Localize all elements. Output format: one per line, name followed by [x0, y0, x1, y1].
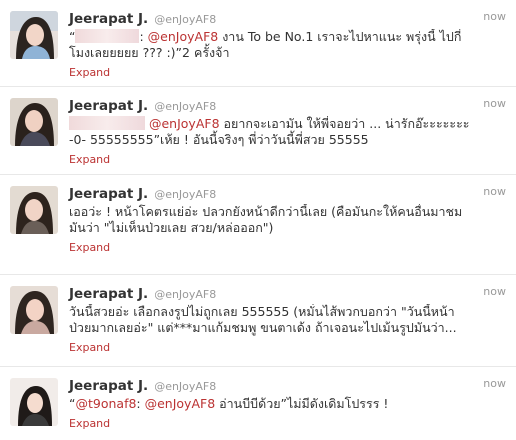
expand-link[interactable]: Expand: [69, 241, 110, 254]
tweet-item[interactable]: Jeerapat J. @enJoyAF8 “@t9onaf8: @enJoyAF…: [0, 367, 516, 440]
avatar[interactable]: [10, 98, 58, 146]
tweet-timestamp[interactable]: now: [483, 185, 506, 198]
user-name[interactable]: Jeerapat J.: [69, 286, 148, 302]
tweet-content: Jeerapat J. @enJoyAF8 @enJoyAF8 อยากจะเอา…: [69, 96, 499, 167]
tweet-item[interactable]: Jeerapat J. @enJoyAF8 “: @enJoyAF8 งาน To…: [0, 0, 516, 87]
user-handle[interactable]: @enJoyAF8: [154, 288, 216, 301]
tweet-text: เออว่ะ ! หน้าโคตรแย่อ่ะ ปลวกยังหน้าดีกว่…: [69, 204, 463, 235]
expand-link[interactable]: Expand: [69, 66, 110, 79]
tweet-feed: Jeerapat J. @enJoyAF8 “: @enJoyAF8 งาน To…: [0, 0, 516, 440]
tweet-timestamp[interactable]: now: [483, 285, 506, 298]
tweet-text: @enJoyAF8 อยากจะเอามัน ให้พี่จอยว่า ... …: [69, 116, 470, 147]
redacted-block: [75, 29, 140, 43]
tweet-content: Jeerapat J. @enJoyAF8 วันนี้สวยอ่ะ เลือกล…: [69, 284, 499, 355]
tweet-content: Jeerapat J. @enJoyAF8 เออว่ะ ! หน้าโคตรแย…: [69, 184, 499, 255]
tweet-item[interactable]: Jeerapat J. @enJoyAF8 วันนี้สวยอ่ะ เลือกล…: [0, 275, 516, 367]
tweet-content: Jeerapat J. @enJoyAF8 “: @enJoyAF8 งาน To…: [69, 9, 499, 80]
tweet-timestamp[interactable]: now: [483, 377, 506, 390]
mention-link[interactable]: @enJoyAF8: [145, 396, 216, 411]
expand-link[interactable]: Expand: [69, 341, 110, 354]
user-handle[interactable]: @enJoyAF8: [154, 100, 216, 113]
user-name[interactable]: Jeerapat J.: [69, 378, 148, 394]
tweet-timestamp[interactable]: now: [483, 97, 506, 110]
tweet-item[interactable]: Jeerapat J. @enJoyAF8 เออว่ะ ! หน้าโคตรแย…: [0, 175, 516, 275]
mention-link[interactable]: @enJoyAF8: [148, 29, 219, 44]
avatar[interactable]: [10, 378, 58, 426]
user-name[interactable]: Jeerapat J.: [69, 186, 148, 202]
mention-link[interactable]: @t9onaf8: [75, 396, 136, 411]
tweet-text: วันนี้สวยอ่ะ เลือกลงรูปไม่ถูกเลย 555555 …: [69, 304, 457, 335]
tweet-timestamp[interactable]: now: [483, 10, 506, 23]
user-handle[interactable]: @enJoyAF8: [154, 13, 216, 26]
user-handle[interactable]: @enJoyAF8: [154, 380, 216, 393]
tweet-text: “@t9onaf8: @enJoyAF8 อ่านบีบีด้วย”ไม่มีด…: [69, 396, 389, 411]
avatar[interactable]: [10, 286, 58, 334]
user-handle[interactable]: @enJoyAF8: [154, 188, 216, 201]
avatar[interactable]: [10, 186, 58, 234]
user-name[interactable]: Jeerapat J.: [69, 98, 148, 114]
tweet-item[interactable]: Jeerapat J. @enJoyAF8 @enJoyAF8 อยากจะเอา…: [0, 87, 516, 175]
expand-link[interactable]: Expand: [69, 417, 110, 430]
expand-link[interactable]: Expand: [69, 153, 110, 166]
avatar[interactable]: [10, 11, 58, 59]
tweet-content: Jeerapat J. @enJoyAF8 “@t9onaf8: @enJoyAF…: [69, 376, 499, 431]
user-name[interactable]: Jeerapat J.: [69, 11, 148, 27]
redacted-block: [69, 116, 145, 130]
tweet-text: “: @enJoyAF8 งาน To be No.1 เราจะไปหาแนะ…: [69, 29, 462, 60]
mention-link[interactable]: @enJoyAF8: [149, 116, 220, 131]
